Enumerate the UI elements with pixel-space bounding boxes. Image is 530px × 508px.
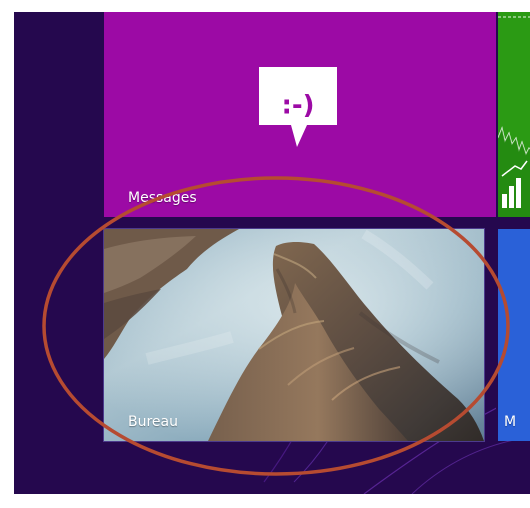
desktop-label: Bureau xyxy=(128,414,178,430)
blue-tile[interactable]: M xyxy=(496,229,530,441)
rock-photo xyxy=(104,229,484,441)
blue-tile-label: M xyxy=(504,414,517,430)
message-glyph: :-) xyxy=(281,91,314,121)
start-screen: :-) Messages Bureau M xyxy=(14,12,530,494)
messages-label: Messages xyxy=(128,190,197,206)
messages-tile[interactable]: :-) Messages xyxy=(104,12,496,217)
chat-bubble-smiley-icon: :-) xyxy=(259,67,337,147)
bar-chart-icon xyxy=(498,16,530,217)
desktop-tile[interactable]: Bureau xyxy=(103,228,485,442)
finance-tile[interactable] xyxy=(496,12,530,217)
